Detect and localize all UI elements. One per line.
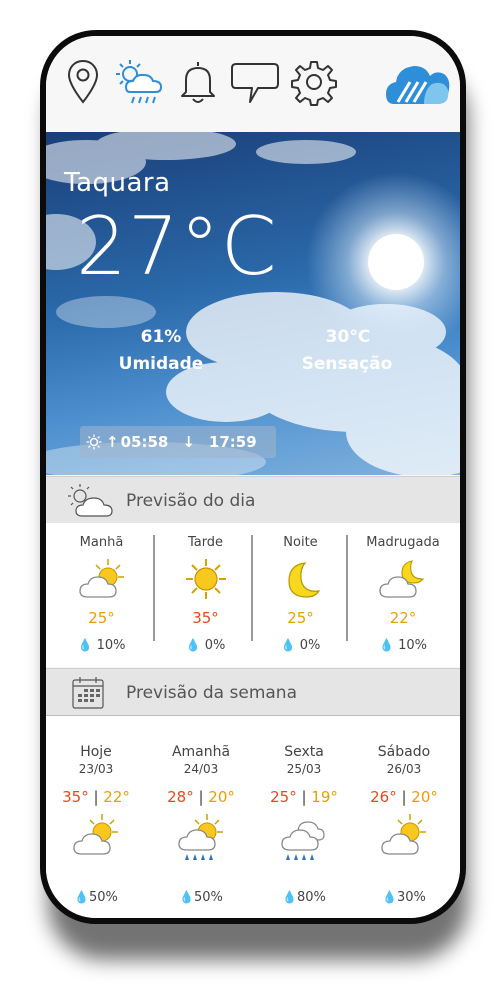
drop-icon: 💧 xyxy=(179,890,195,904)
bell-icon[interactable] xyxy=(176,58,220,106)
period-precip-value: 0% xyxy=(299,638,321,653)
day-name: Sábado xyxy=(377,744,431,760)
daily-period-tarde: Tarde 35° 💧 0% xyxy=(158,523,253,667)
period-temp: 25° xyxy=(88,609,115,627)
period-label: Tarde xyxy=(187,535,224,550)
sun-times-box: ↑ 05:58 ↓ 17:59 xyxy=(80,426,276,458)
daily-forecast-header: Previsão do dia xyxy=(46,476,460,524)
day-date: 24/03 xyxy=(183,762,219,776)
period-label: Noite xyxy=(283,535,318,550)
humidity-value: 61% xyxy=(140,327,182,347)
period-precip: 💧 0% xyxy=(158,638,253,653)
cloud-rain-icon xyxy=(281,821,325,860)
day-precip-value: 30% xyxy=(397,890,426,905)
feels-like-label: Sensação xyxy=(301,354,393,374)
drop-icon: 💧 xyxy=(382,890,398,904)
weekly-day-sexta: Sexta 25/03 25° | 19° 💧80% xyxy=(254,716,354,918)
drop-icon: 💧 xyxy=(280,638,296,652)
day-precip-value: 50% xyxy=(89,890,118,905)
period-precip-value: 10% xyxy=(398,638,427,653)
low-temp: 19° xyxy=(311,788,338,806)
weekly-forecast-header: Previsão da semana xyxy=(46,668,460,716)
city-name: Taquara xyxy=(64,168,171,198)
day-precip-value: 50% xyxy=(194,890,223,905)
period-precip: 💧 10% xyxy=(54,638,149,653)
sun-icon xyxy=(186,559,226,599)
weekly-forecast: Hoje 23/03 35° | 22° 💧50% Amanhã 24/03 2… xyxy=(46,716,460,918)
drop-icon: 💧 xyxy=(282,890,298,904)
weekly-forecast-title: Previsão da semana xyxy=(126,683,297,703)
sunrise-time: 05:58 xyxy=(120,433,169,451)
low-temp: 20° xyxy=(411,788,438,806)
day-name: Hoje xyxy=(80,744,112,760)
top-bar xyxy=(46,36,460,132)
day-precip-value: 80% xyxy=(297,890,326,905)
gear-icon[interactable] xyxy=(290,58,338,106)
arrow-down-icon: ↓ xyxy=(182,433,195,451)
location-pin-icon[interactable] xyxy=(66,58,100,106)
weekly-day-amanha: Amanhã 24/03 28° | 20° 💧50% xyxy=(151,716,251,918)
day-name: Amanhã xyxy=(171,744,231,760)
day-precip: 💧80% xyxy=(254,890,354,905)
divider xyxy=(153,535,155,641)
partly-sunny-icon xyxy=(79,559,124,598)
drop-icon: 💧 xyxy=(74,890,90,904)
feels-like-value: 30°C xyxy=(325,327,371,347)
drop-icon: 💧 xyxy=(185,638,201,652)
app-logo-icon[interactable] xyxy=(384,60,452,106)
period-temp: 35° xyxy=(192,609,219,627)
period-label: Madrugada xyxy=(366,535,440,550)
period-precip-value: 0% xyxy=(204,638,226,653)
day-date: 23/03 xyxy=(78,762,114,776)
phone-frame: Taquara 27°C 61% Umidade 30°C Sensação ↑… xyxy=(40,30,466,924)
high-temp: 28° xyxy=(167,788,194,806)
period-precip-value: 10% xyxy=(96,638,126,653)
daily-forecast-title: Previsão do dia xyxy=(126,491,256,511)
day-temps: 26° | 20° xyxy=(370,788,438,806)
sunset-time: 17:59 xyxy=(208,433,257,451)
partly-sunny-icon xyxy=(73,814,118,855)
daily-period-madrugada: Madrugada 22° 💧 10% xyxy=(348,523,458,667)
day-date: 25/03 xyxy=(286,762,322,776)
period-precip: 💧 10% xyxy=(348,638,458,653)
sun-rain-icon xyxy=(178,814,223,860)
day-temps: 35° | 22° xyxy=(62,788,130,806)
period-label: Manhã xyxy=(79,535,124,550)
partly-cloudy-icon xyxy=(68,484,113,517)
day-temps: 28° | 20° xyxy=(167,788,235,806)
day-precip: 💧50% xyxy=(151,890,251,905)
daily-period-noite: Noite 25° 💧 0% xyxy=(253,523,348,667)
sun-icon xyxy=(86,434,102,450)
moon-icon xyxy=(288,562,321,598)
period-precip: 💧 0% xyxy=(253,638,348,653)
day-name: Sexta xyxy=(284,744,324,760)
current-temperature: 27°C xyxy=(76,200,278,293)
day-precip: 💧30% xyxy=(354,890,454,905)
arrow-up-icon: ↑ xyxy=(106,433,119,451)
period-temp: 22° xyxy=(389,609,417,627)
day-date: 26/03 xyxy=(386,762,422,776)
weather-icon[interactable] xyxy=(114,58,168,106)
moon-cloud-icon xyxy=(379,560,425,598)
high-temp: 26° xyxy=(370,788,397,806)
weekly-day-hoje: Hoje 23/03 35° | 22° 💧50% xyxy=(46,716,146,918)
chat-icon[interactable] xyxy=(228,58,282,106)
daily-period-manha: Manhã 25° 💧 10% xyxy=(54,523,149,667)
day-temps: 25° | 19° xyxy=(270,788,338,806)
daily-forecast: Manhã 25° 💧 10% Tarde 35° 💧 0% Noite 25°… xyxy=(46,523,460,667)
period-temp: 25° xyxy=(287,609,314,627)
current-weather-hero: Taquara 27°C 61% Umidade 30°C Sensação ↑… xyxy=(46,132,460,475)
partly-sunny-icon xyxy=(381,814,426,855)
low-temp: 20° xyxy=(208,788,235,806)
calendar-icon xyxy=(72,677,104,709)
high-temp: 25° xyxy=(270,788,297,806)
low-temp: 22° xyxy=(103,788,130,806)
weekly-day-sabado: Sábado 26/03 26° | 20° 💧30% xyxy=(354,716,454,918)
high-temp: 35° xyxy=(62,788,89,806)
humidity-label: Umidade xyxy=(118,354,204,374)
day-precip: 💧50% xyxy=(46,890,146,905)
drop-icon: 💧 xyxy=(379,638,394,652)
drop-icon: 💧 xyxy=(77,638,93,652)
